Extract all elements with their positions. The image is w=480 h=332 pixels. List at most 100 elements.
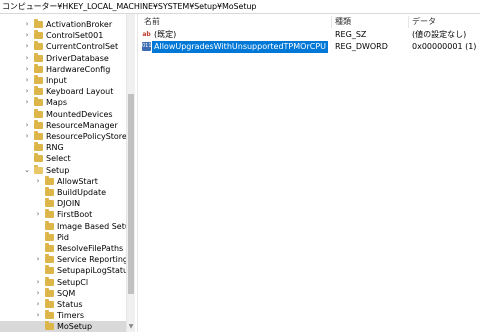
tree-item-label: Service Reporting [57,255,126,265]
tree-item-label: SetupapiLogStatu [57,266,126,276]
expand-arrow-icon[interactable]: › [23,86,31,97]
tree-item[interactable]: › Timers [0,310,126,321]
expand-arrow-icon[interactable]: › [34,254,42,265]
tree-item[interactable]: SetupapiLogStatu [0,265,126,276]
folder-icon [34,30,43,40]
tree-item[interactable]: › SQM [0,287,126,299]
expand-arrow-icon[interactable]: › [34,288,42,299]
expand-arrow-icon[interactable]: › [23,41,31,52]
tree-item[interactable]: MountedDevices [0,108,126,120]
value-row-default[interactable]: ab (既定) REG_SZ (値の設定なし) [138,29,480,41]
tree-item-label: Maps [46,98,68,108]
folder-icon [45,231,54,241]
folder-icon [45,299,54,308]
tree-item[interactable]: DJOIN [0,198,126,209]
folder-icon [34,119,43,129]
folder-icon [34,164,43,174]
value-row-allowupgrades[interactable]: 011 AllowUpgradesWithUnsupportedTPMOrCPU… [138,41,480,53]
tree-scrollbar[interactable]: ▼ [126,14,135,332]
tree-item[interactable]: Select [0,153,126,164]
column-header-name[interactable]: 名前 [144,16,160,28]
expand-arrow-icon[interactable]: › [23,120,31,131]
folder-icon [45,287,54,297]
tree-item-label: Pid [57,232,69,242]
tree-item[interactable]: MoSetup [0,321,126,332]
folder-icon [45,276,54,286]
tree-item[interactable]: › Input [0,75,126,86]
value-name: (既定) [154,30,177,39]
registry-tree: › ActivationBroker › ControlSet001 › CurrentC… [0,14,126,332]
expand-arrow-icon[interactable]: › [23,19,31,30]
tree-item[interactable]: › ControlSet001 [0,30,126,41]
expand-arrow-icon[interactable]: › [23,75,31,86]
tree-item-label: Image Based Setu [57,221,126,231]
tree-item[interactable]: › Service Reporting [0,254,126,265]
value-data: 0x00000001 (1) [412,42,477,51]
folder-icon [45,254,54,264]
tree-item[interactable]: › AllowStart [0,175,126,187]
tree-item[interactable]: › ActivationBroker [0,19,126,30]
folder-icon [34,41,43,51]
expand-arrow-icon[interactable]: › [23,64,31,75]
tree-item[interactable]: › ResourcePolicyStore [0,131,126,142]
tree-item[interactable]: › SetupCl [0,276,126,288]
column-header-type[interactable]: 種類 [335,16,351,28]
tree-item[interactable]: Pid [0,231,126,243]
tree-item[interactable]: › Maps [0,97,126,108]
folder-icon [34,19,43,28]
tree-item[interactable]: RNG [0,142,126,153]
tree-item-label: ResourcePolicyStore [46,132,126,141]
tree-item-label: MoSetup [57,322,93,332]
tree-item[interactable]: › Keyboard Layout [0,86,126,97]
expand-arrow-icon[interactable]: › [23,97,31,108]
expand-arrow-icon[interactable]: › [34,299,42,310]
tree-item-label: ResolveFilePaths [57,244,124,253]
folder-icon [45,187,54,196]
folder-icon [34,131,43,140]
collapse-arrow-icon[interactable]: ⌄ [23,165,31,176]
column-header-data[interactable]: データ [412,16,436,28]
folder-icon [45,265,54,275]
folder-icon [34,63,43,73]
tree-item-label: Setup [46,165,70,175]
folder-icon [34,52,43,62]
tree-item[interactable]: Image Based Setu [0,220,126,232]
tree-item[interactable]: › DriverDatabase [0,52,126,64]
folder-icon [45,243,54,252]
folder-icon [45,175,54,185]
scroll-down-icon[interactable]: ▼ [127,323,135,330]
tree-item-label: MountedDevices [46,109,113,119]
tree-item-label: SetupCl [57,277,89,287]
scroll-thumb[interactable] [128,94,134,294]
tree-item[interactable]: › CurrentControlSet [0,41,126,52]
tree-item-label: Select [46,154,71,164]
tree-item-label: DJOIN [57,199,81,209]
tree-item[interactable]: ⌄ Setup [0,164,126,176]
column-divider[interactable] [408,16,409,28]
address-bar[interactable]: コンピューター¥HKEY_LOCAL_MACHINE¥SYSTEM¥Setup¥… [0,0,480,14]
tree-item[interactable]: › ResourceManager [0,119,126,131]
column-divider[interactable] [331,16,332,28]
tree-item-label: Keyboard Layout [46,87,114,97]
expand-arrow-icon[interactable]: › [34,277,42,288]
string-value-icon: ab [142,31,151,38]
tree-item-label: Input [46,76,67,85]
folder-icon [45,310,54,320]
folder-icon [45,209,54,219]
tree-item-label: ResourceManager [46,120,118,130]
folder-icon [34,75,43,84]
tree-item[interactable]: ResolveFilePaths [0,243,126,254]
tree-item[interactable]: › FirstBoot [0,209,126,220]
tree-item-label: SQM [57,288,76,298]
expand-arrow-icon[interactable]: › [23,30,31,41]
tree-item[interactable]: BuildUpdate [0,187,126,198]
tree-item[interactable]: › Status [0,299,126,310]
expand-arrow-icon[interactable]: › [23,53,31,64]
expand-arrow-icon[interactable]: › [34,310,42,321]
expand-arrow-icon[interactable]: › [34,176,42,187]
expand-arrow-icon[interactable]: › [34,209,42,220]
tree-item-label: FirstBoot [57,210,93,220]
expand-arrow-icon[interactable]: › [23,131,31,142]
values-list: 名前 種類 データ ab (既定) REG_SZ (値の設定なし) 011 Al… [138,14,480,332]
tree-item[interactable]: › HardwareConfig [0,63,126,75]
